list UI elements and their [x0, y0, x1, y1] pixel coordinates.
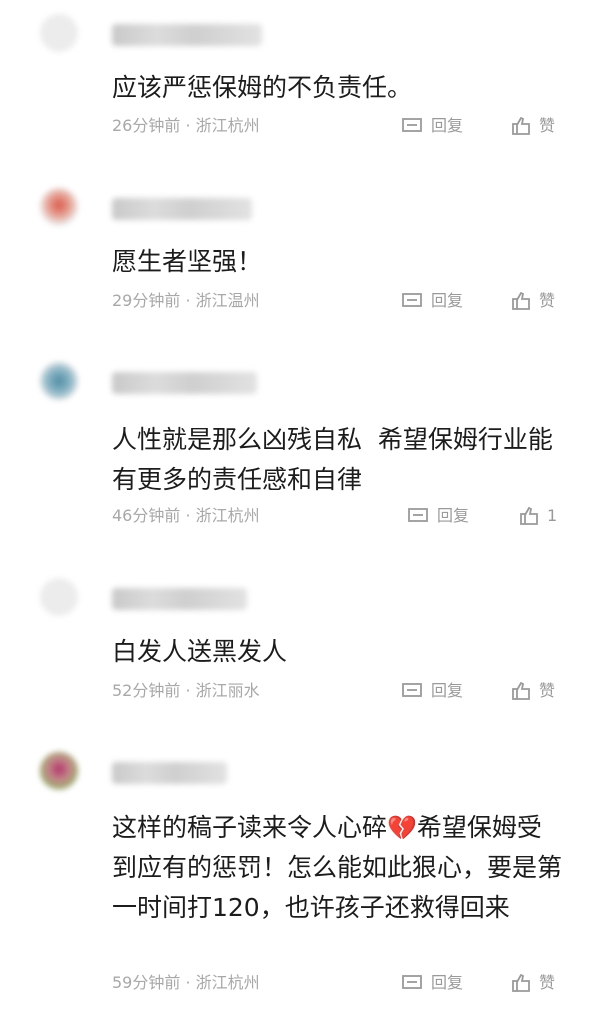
comment-text: 应该严惩保姆的不负责任。: [112, 73, 413, 102]
like-button[interactable]: 1: [520, 503, 557, 529]
thumbs-up-icon: [512, 117, 530, 135]
reply-icon: [402, 118, 422, 132]
reply-button[interactable]: 回复: [402, 288, 463, 314]
like-label: 赞: [539, 973, 556, 992]
reply-icon: [402, 293, 422, 307]
reply-icon: [408, 508, 428, 522]
reply-label: 回复: [431, 116, 464, 135]
comment-item: 人性就是那么凶残自私 希望保姆行业能有更多的责任感和自律 46分钟前 · 浙江杭…: [0, 362, 600, 537]
reply-icon: [402, 683, 422, 697]
reply-label: 回复: [431, 681, 464, 700]
like-count: 1: [547, 506, 558, 525]
comment-meta: 59分钟前 · 浙江杭州 回复 赞: [112, 970, 562, 996]
avatar[interactable]: [40, 578, 78, 616]
comment-item: 白发人送黑发人 52分钟前 · 浙江丽水 回复 赞: [0, 578, 600, 708]
username-blurred[interactable]: [112, 372, 257, 394]
reply-button[interactable]: 回复: [408, 503, 469, 529]
comment-time-location: 59分钟前 · 浙江杭州: [112, 973, 260, 992]
comment-text: 人性就是那么凶残自私 希望保姆行业能有更多的责任感和自律: [112, 425, 553, 494]
reply-label: 回复: [431, 291, 464, 310]
comment-meta: 29分钟前 · 浙江温州 回复 赞: [112, 288, 562, 314]
comment-time-location: 26分钟前 · 浙江杭州: [112, 116, 260, 135]
like-label: 赞: [539, 291, 556, 310]
username-blurred[interactable]: [112, 198, 252, 220]
broken-heart-icon: 💔: [387, 814, 417, 842]
comment-item: 这样的稿子读来令人心碎💔希望保姆受到应有的惩罚！怎么能如此狠心，要是第一时间打1…: [0, 752, 600, 1002]
comment-item: 应该严惩保姆的不负责任。 26分钟前 · 浙江杭州 回复 赞: [0, 14, 600, 154]
comment-meta: 46分钟前 · 浙江杭州 回复 1: [112, 503, 562, 529]
comment-time-location: 46分钟前 · 浙江杭州: [112, 506, 260, 525]
thumbs-up-icon: [512, 292, 530, 310]
comment-meta: 26分钟前 · 浙江杭州 回复 赞: [112, 113, 562, 139]
comment-item: 愿生者坚强！ 29分钟前 · 浙江温州 回复 赞: [0, 188, 600, 328]
reply-button[interactable]: 回复: [402, 678, 463, 704]
like-label: 赞: [539, 681, 556, 700]
like-label: 赞: [539, 116, 556, 135]
reply-label: 回复: [437, 506, 470, 525]
avatar[interactable]: [40, 362, 78, 400]
thumbs-up-icon: [512, 682, 530, 700]
reply-icon: [402, 975, 422, 989]
comment-text: 白发人送黑发人: [112, 637, 288, 666]
avatar[interactable]: [40, 752, 78, 790]
comment-time-location: 52分钟前 · 浙江丽水: [112, 681, 260, 700]
comment-time-location: 29分钟前 · 浙江温州: [112, 291, 260, 310]
like-button[interactable]: 赞: [512, 678, 555, 704]
like-button[interactable]: 赞: [512, 970, 555, 996]
thumbs-up-icon: [520, 507, 538, 525]
username-blurred[interactable]: [112, 24, 262, 46]
comment-meta: 52分钟前 · 浙江丽水 回复 赞: [112, 678, 562, 704]
like-button[interactable]: 赞: [512, 113, 555, 139]
reply-label: 回复: [431, 973, 464, 992]
username-blurred[interactable]: [112, 588, 247, 610]
comment-text: 愿生者坚强！: [112, 247, 263, 276]
thumbs-up-icon: [512, 974, 530, 992]
avatar[interactable]: [40, 188, 78, 226]
avatar[interactable]: [40, 14, 78, 52]
reply-button[interactable]: 回复: [402, 113, 463, 139]
comment-text: 这样的稿子读来令人心碎💔希望保姆受到应有的惩罚！怎么能如此狠心，要是第一时间打1…: [112, 813, 563, 922]
like-button[interactable]: 赞: [512, 288, 555, 314]
reply-button[interactable]: 回复: [402, 970, 463, 996]
username-blurred[interactable]: [112, 762, 227, 784]
